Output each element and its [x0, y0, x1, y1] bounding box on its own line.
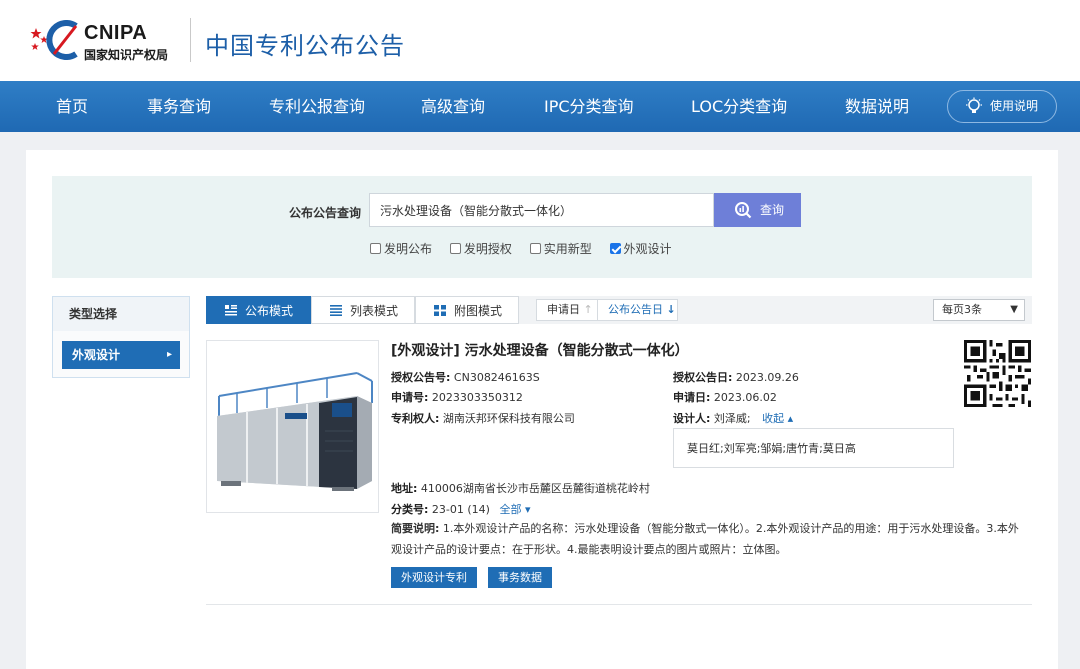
result-divider: [206, 604, 1032, 605]
checkbox[interactable]: [529, 243, 541, 254]
logo-text: CNIPA: [84, 22, 148, 44]
classification: 分类号: 23-01 (14) 全部 ▾: [391, 503, 531, 516]
checkbox-checked[interactable]: [609, 243, 621, 254]
chevron-right-icon: ▸: [166, 349, 172, 360]
collapse-toggle[interactable]: 收起 ▴: [762, 412, 793, 425]
per-page-select[interactable]: 每页3条 ▼: [933, 299, 1025, 321]
result-title[interactable]: [外观设计] 污水处理设备（智能分散式一体化）: [391, 340, 689, 360]
address: 地址: 410006湖南省长沙市岳麓区岳麓街道桃花岭村: [391, 482, 650, 495]
type-filters: 发明公布 发明授权 实用新型 外观设计: [370, 240, 686, 256]
search-icon: [735, 202, 752, 219]
content-card: 公布公告查询 查询 发明公布 发明授权 实用新型 外观设计 类型选择 外观设计 …: [26, 150, 1058, 669]
search-label: 公布公告查询: [289, 206, 362, 220]
class-all-toggle[interactable]: 全部 ▾: [499, 503, 530, 516]
type-selector: 类型选择 外观设计 ▸: [52, 296, 190, 378]
application-date: 申请日: 2023.06.02: [673, 391, 777, 404]
main-nav: 首页 事务查询 专利公报查询 高级查询 IPC分类查询 LOC分类查询 数据说明…: [0, 81, 1080, 132]
grant-number: 授权公告号: CN308246163S: [391, 371, 540, 384]
filter-invention-grant[interactable]: 发明授权: [449, 240, 512, 257]
chevron-down-icon: ▼: [1010, 304, 1018, 315]
list-mode-icon: [330, 305, 342, 316]
application-number: 申请号: 2023303350312: [391, 391, 523, 404]
search-button-label: 查询: [760, 203, 785, 217]
sort-by-application-date[interactable]: 申请日 ↑: [536, 299, 598, 321]
designer: 设计人: 刘泽威; 收起 ▴: [673, 412, 794, 425]
equipment-image: [207, 341, 378, 512]
qr-code-icon[interactable]: [964, 340, 1031, 407]
nav-home[interactable]: 首页: [56, 81, 88, 132]
help-button-label: 使用说明: [990, 99, 1039, 113]
filter-utility-model[interactable]: 实用新型: [529, 240, 592, 257]
nav-advanced-query[interactable]: 高级查询: [421, 81, 485, 132]
checkbox[interactable]: [370, 243, 381, 254]
filter-invention-publication[interactable]: 发明公布: [370, 240, 432, 257]
nav-loc-query[interactable]: LOC分类查询: [691, 81, 787, 132]
nav-ipc-query[interactable]: IPC分类查询: [544, 81, 634, 132]
mode-figure[interactable]: 附图模式: [415, 296, 519, 324]
grant-date: 授权公告日: 2023.09.26: [673, 371, 799, 384]
logo-subtitle: 国家知识产权局: [84, 48, 169, 62]
help-button[interactable]: 使用说明: [947, 90, 1057, 123]
checkbox[interactable]: [449, 243, 461, 254]
mode-publication[interactable]: 公布模式: [206, 296, 311, 324]
arrow-down-icon: ↓: [666, 303, 676, 316]
patent-holder: 专利权人: 湖南沃邦环保科技有限公司: [391, 412, 575, 425]
filter-design[interactable]: 外观设计: [609, 240, 672, 257]
design-thumbnail[interactable]: [206, 340, 379, 513]
search-button[interactable]: 查询: [714, 193, 801, 227]
type-selector-heading: 类型选择: [53, 297, 189, 331]
nav-affairs-query[interactable]: 事务查询: [147, 81, 211, 132]
summary: 简要说明: 1.本外观设计产品的名称：污水处理设备（智能分散式一体化）。2.本外…: [391, 522, 1019, 556]
publication-mode-icon: [225, 305, 237, 316]
search-panel: 公布公告查询 查询 发明公布 发明授权 实用新型 外观设计: [52, 176, 1032, 278]
type-item-design[interactable]: 外观设计 ▸: [62, 341, 180, 369]
sort-by-publication-date[interactable]: 公布公告日 ↓: [597, 299, 678, 321]
cnipa-logo[interactable]: CNIPA 国家知识产权局: [30, 20, 190, 62]
designers-list: 莫日红;刘军亮;邹娟;唐竹青;莫日高: [673, 428, 954, 468]
grid-mode-icon: [434, 305, 446, 316]
arrow-up-icon: ↑: [583, 303, 593, 316]
mode-list[interactable]: 列表模式: [311, 296, 415, 324]
logo-mark-icon: [46, 20, 78, 60]
view-mode-bar: 公布模式 列表模式 附图模式 申请日 ↑ 公布公告日 ↓ 每页3条 ▼: [206, 296, 1032, 324]
nav-data-description[interactable]: 数据说明: [845, 81, 909, 132]
header-divider: [190, 18, 191, 62]
lightbulb-icon: [966, 97, 982, 113]
nav-gazette-query[interactable]: 专利公报查询: [269, 81, 365, 132]
affairs-data-button[interactable]: 事务数据: [488, 567, 552, 588]
site-header: CNIPA 国家知识产权局 中国专利公布公告: [0, 0, 1080, 81]
search-input[interactable]: [369, 193, 714, 227]
design-patent-button[interactable]: 外观设计专利: [391, 567, 477, 588]
site-title: 中国专利公布公告: [205, 32, 405, 60]
